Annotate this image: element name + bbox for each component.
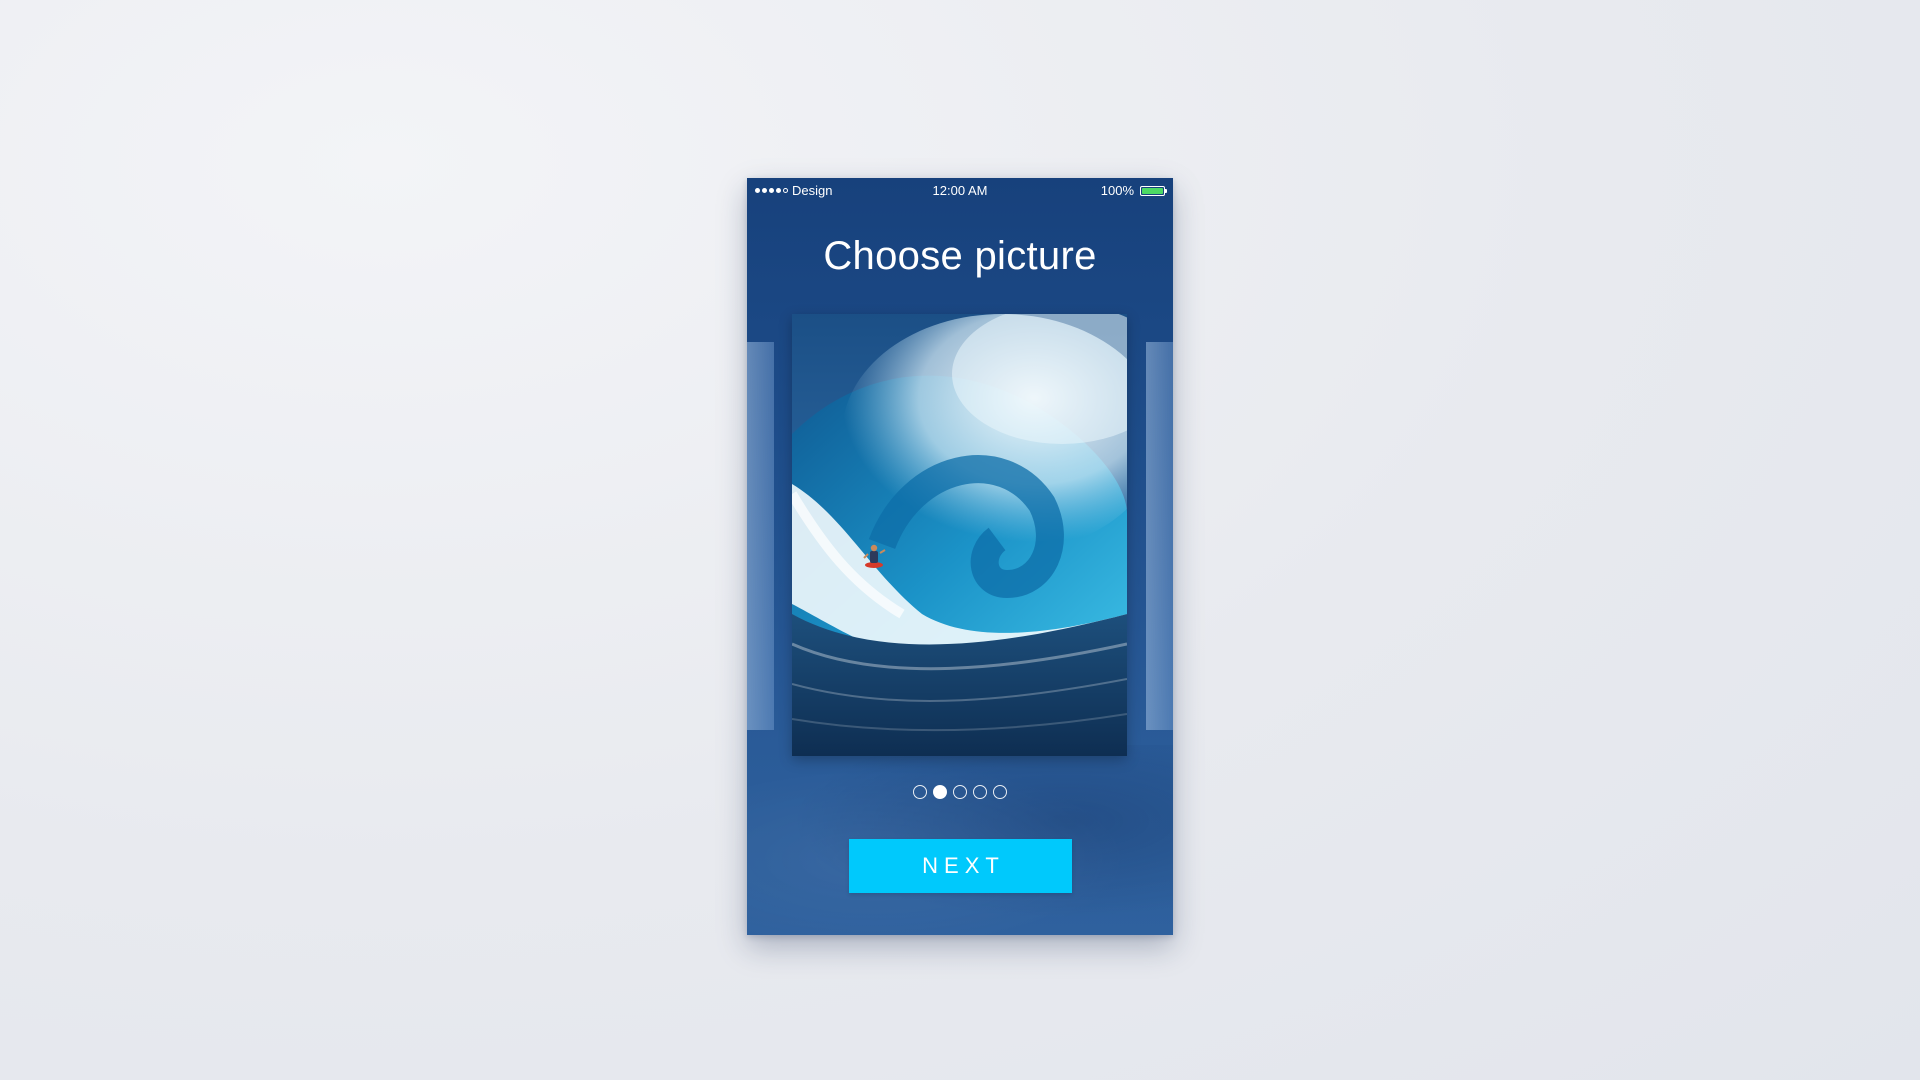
status-right: 100% [1100,183,1167,198]
surfer-wave-photo [792,314,1127,756]
next-picture-card[interactable] [1146,342,1173,730]
phone-screen: Design 12:00 AM 100% Choose picture NEXT [747,178,1173,935]
battery-level [1142,187,1163,194]
page-indicator-dot[interactable] [933,785,947,799]
status-bar: Design 12:00 AM 100% [747,178,1173,202]
battery-percent: 100% [1100,183,1134,198]
selected-picture[interactable] [792,314,1127,756]
page-title: Choose picture [823,234,1097,278]
battery-icon [1140,185,1167,196]
page-indicator-dot[interactable] [973,785,987,799]
previous-picture-card[interactable] [747,342,774,730]
page-indicator-dot[interactable] [953,785,967,799]
page-indicator-dot[interactable] [913,785,927,799]
pagination [747,785,1173,799]
next-button[interactable]: NEXT [849,839,1072,893]
page-indicator-dot[interactable] [993,785,1007,799]
